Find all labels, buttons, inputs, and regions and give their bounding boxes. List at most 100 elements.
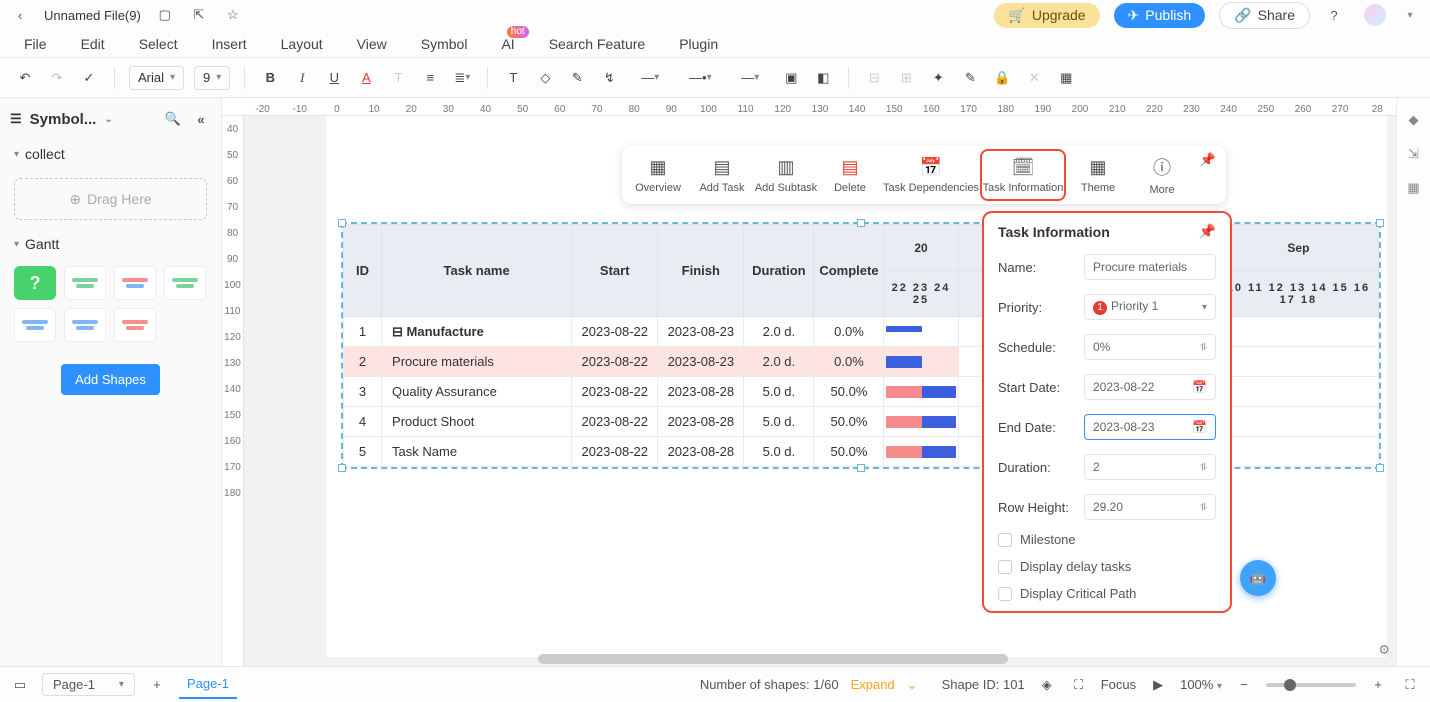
in-duration[interactable]: 2⥮ <box>1084 454 1216 480</box>
fullscreen-icon[interactable]: ⛶ <box>1400 675 1420 695</box>
container-icon[interactable]: ◧ <box>812 67 834 89</box>
pin-toolbar-icon[interactable]: 📌 <box>1198 150 1218 170</box>
star-icon[interactable]: ☆ <box>223 5 243 25</box>
col-complete[interactable]: Complete <box>814 225 884 317</box>
arrow-end-icon[interactable]: — ▾ <box>730 67 770 89</box>
menu-view[interactable]: View <box>357 36 387 52</box>
col-id[interactable]: ID <box>344 225 382 317</box>
expand-chevron-icon[interactable]: ⌄ <box>907 677 918 693</box>
gt-add-task[interactable]: ▤Add Task <box>690 149 754 201</box>
gt-delete[interactable]: ▤Delete <box>818 149 882 201</box>
wrench-icon[interactable]: ✕ <box>1023 67 1045 89</box>
font-select[interactable]: Arial▾ <box>129 66 184 90</box>
menu-file[interactable]: File <box>24 36 47 52</box>
grid-panel-icon[interactable]: ▦ <box>1407 180 1419 196</box>
in-name[interactable]: Procure materials <box>1084 254 1216 280</box>
expand-link[interactable]: Expand <box>851 677 895 692</box>
page-select[interactable]: Page-1▾ <box>42 673 135 696</box>
help-shape-icon[interactable]: ? <box>14 266 56 300</box>
library-menu-icon[interactable]: ⌄ <box>104 114 112 125</box>
underline-icon[interactable]: U <box>323 67 345 89</box>
col-duration[interactable]: Duration <box>744 225 814 317</box>
menu-symbol[interactable]: Symbol <box>421 36 468 52</box>
col-start[interactable]: Start <box>572 225 658 317</box>
add-shapes-button[interactable]: Add Shapes <box>61 364 160 395</box>
publish-button[interactable]: ✈ Publish <box>1114 3 1206 28</box>
connector-icon[interactable]: ↯ <box>598 67 620 89</box>
play-icon[interactable]: ▶ <box>1148 675 1168 695</box>
menu-search-feature[interactable]: Search Feature <box>549 36 646 52</box>
font-size-select[interactable]: 9▾ <box>194 66 230 90</box>
gantt-shape-5[interactable] <box>64 308 106 342</box>
format-options-icon[interactable]: ⚙ <box>1378 642 1390 658</box>
category-gantt[interactable]: ▾Gantt <box>0 230 221 258</box>
collapse-panel-icon[interactable]: « <box>191 109 211 129</box>
in-start[interactable]: 2023-08-22📅 <box>1084 374 1216 400</box>
gt-add-subtask[interactable]: ▥Add Subtask <box>754 149 818 201</box>
save-icon[interactable]: ▢ <box>155 5 175 25</box>
zoom-out-icon[interactable]: − <box>1234 675 1254 695</box>
chk-delay[interactable]: Display delay tasks <box>998 559 1216 574</box>
gt-dependencies[interactable]: 📅Task Dependencies <box>882 149 980 201</box>
menu-ai[interactable]: AIhot <box>501 36 514 52</box>
menu-select[interactable]: Select <box>139 36 178 52</box>
back-icon[interactable]: ‹ <box>10 5 30 25</box>
italic-icon[interactable]: I <box>291 67 313 89</box>
group-icon[interactable]: ⊞ <box>895 67 917 89</box>
gantt-shape-3[interactable] <box>164 266 206 300</box>
col-finish[interactable]: Finish <box>658 225 744 317</box>
lock-icon[interactable]: 🔒 <box>991 67 1013 89</box>
in-priority[interactable]: 1Priority 1▾ <box>1084 294 1216 320</box>
gantt-shape-4[interactable] <box>14 308 56 342</box>
in-schedule[interactable]: 0%⥮ <box>1084 334 1216 360</box>
fill-icon[interactable]: ◇ <box>534 67 556 89</box>
avatar[interactable] <box>1364 4 1386 26</box>
canvas[interactable]: -20-100102030405060708090100110120130140… <box>222 98 1396 666</box>
chk-critical[interactable]: Display Critical Path <box>998 586 1216 601</box>
zoom-in-icon[interactable]: + <box>1368 675 1388 695</box>
page-tab[interactable]: Page-1 <box>179 670 237 699</box>
align-h-icon[interactable]: ≡ <box>419 67 441 89</box>
gantt-shape-6[interactable] <box>114 308 156 342</box>
search-icon[interactable]: 🔍 <box>163 109 183 129</box>
gantt-shape-2[interactable] <box>114 266 156 300</box>
menu-plugin[interactable]: Plugin <box>679 36 718 52</box>
chk-milestone[interactable]: Milestone <box>998 532 1216 547</box>
gt-theme[interactable]: ▦Theme <box>1066 149 1130 201</box>
beautify-icon[interactable]: ✦ <box>927 67 949 89</box>
col-name[interactable]: Task name <box>382 225 572 317</box>
align-v-icon[interactable]: ≣▾ <box>451 67 473 89</box>
zoom-level[interactable]: 100% ▾ <box>1180 677 1222 692</box>
help-icon[interactable]: ? <box>1324 5 1344 25</box>
text-color-icon[interactable]: A <box>355 67 377 89</box>
horizontal-scrollbar[interactable] <box>538 654 1008 664</box>
redo-icon[interactable]: ↷ <box>46 67 68 89</box>
format-painter-icon[interactable]: ✓ <box>78 67 100 89</box>
align-left-icon[interactable]: ⊟ <box>863 67 885 89</box>
edit-icon[interactable]: ✎ <box>959 67 981 89</box>
gt-more[interactable]: ⓘMore <box>1130 149 1194 201</box>
insert-image-icon[interactable]: ▣ <box>780 67 802 89</box>
fill-tool-icon[interactable]: ◆ <box>1409 112 1419 128</box>
line-style-icon[interactable]: — ▾ <box>630 67 670 89</box>
highlight-icon[interactable]: T <box>387 67 409 89</box>
chat-assistant-icon[interactable]: 🤖 <box>1240 560 1276 596</box>
focus-icon[interactable]: ⛶ <box>1069 675 1089 695</box>
export-panel-icon[interactable]: ⇲ <box>1408 146 1419 162</box>
category-collect[interactable]: ▾collect <box>0 140 221 168</box>
in-rowh[interactable]: 29.20⥮ <box>1084 494 1216 520</box>
outline-icon[interactable]: ▭ <box>10 675 30 695</box>
share-button[interactable]: 🔗 Share <box>1219 2 1310 29</box>
undo-icon[interactable]: ↶ <box>14 67 36 89</box>
arrow-start-icon[interactable]: —• ▾ <box>680 67 720 89</box>
gt-overview[interactable]: ▦Overview <box>626 149 690 201</box>
page-setup-icon[interactable]: ▦ <box>1055 67 1077 89</box>
zoom-slider[interactable] <box>1266 683 1356 687</box>
user-menu-caret-icon[interactable]: ▾ <box>1400 5 1420 25</box>
drop-zone[interactable]: ⊕ Drag Here <box>14 178 207 220</box>
menu-insert[interactable]: Insert <box>212 36 247 52</box>
bold-icon[interactable]: B <box>259 67 281 89</box>
gt-task-info[interactable]: 🗓Task Information <box>980 149 1066 201</box>
export-icon[interactable]: ⇱ <box>189 5 209 25</box>
menu-edit[interactable]: Edit <box>81 36 105 52</box>
